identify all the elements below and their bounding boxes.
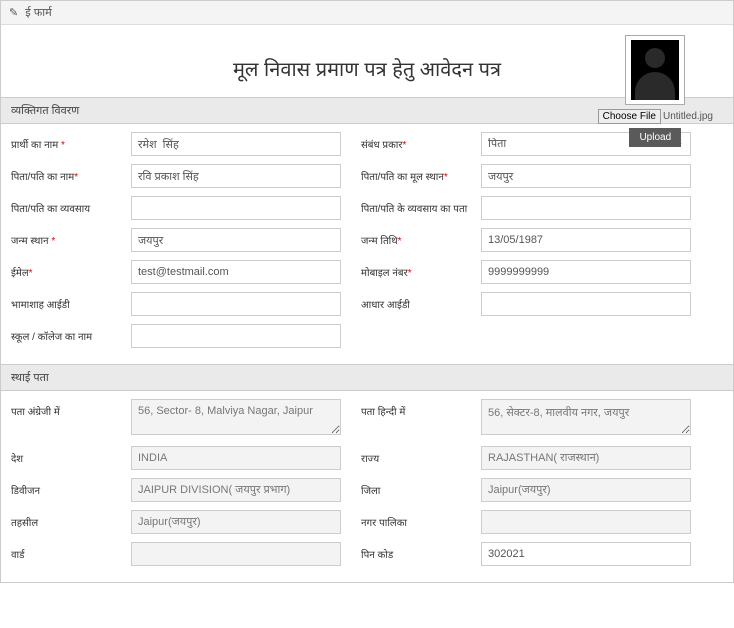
country-select[interactable]: INDIA [131, 446, 341, 470]
photo-upload-block: Choose FileUntitled.jpg Upload [598, 35, 713, 147]
choose-file-button[interactable]: Choose File [598, 109, 661, 124]
personal-form: प्रार्थी का नाम * संबंध प्रकार* पिता पित… [1, 124, 733, 364]
label-district: जिला [361, 486, 380, 497]
label-birth-date: जन्म तिथि [361, 236, 398, 247]
label-birth-place: जन्म स्थान [11, 236, 49, 247]
label-country: देश [11, 454, 23, 465]
address-en-input[interactable]: 56, Sector- 8, Malviya Nagar, Jaipur [131, 399, 341, 435]
aadhar-input[interactable] [481, 292, 691, 316]
municipality-select[interactable] [481, 510, 691, 534]
label-division: डिवीजन [11, 486, 40, 497]
label-address-en: पता अंग्रेजी में [11, 407, 60, 418]
birth-date-input[interactable] [481, 228, 691, 252]
edit-icon: ✎ [9, 6, 18, 19]
required-mark: * [74, 172, 78, 183]
section-address-header: स्थाई पता [1, 364, 733, 391]
eform-panel: ✎ ई फार्म मूल निवास प्रमाण पत्र हेतु आवे… [0, 0, 734, 583]
panel-title: ई फार्म [25, 7, 51, 19]
label-ward: वार्ड [11, 550, 25, 561]
upload-button[interactable]: Upload [629, 128, 681, 147]
bhamashah-input[interactable] [131, 292, 341, 316]
father-husband-occupation-input[interactable] [131, 196, 341, 220]
label-school-college: स्कूल / कॉलेज का नाम [11, 332, 92, 343]
title-area: मूल निवास प्रमाण पत्र हेतु आवेदन पत्र Ch… [1, 25, 733, 97]
label-aadhar: आधार आईडी [361, 300, 410, 311]
division-select[interactable]: JAIPUR DIVISION( जयपुर प्रभाग) [131, 478, 341, 502]
applicant-name-input[interactable] [131, 132, 341, 156]
required-mark: * [408, 268, 412, 279]
photo-preview [625, 35, 685, 105]
birth-place-input[interactable] [131, 228, 341, 252]
label-father-husband-occ-address: पिता/पति के व्यवसाय का पता [361, 204, 467, 215]
label-email: ईमेल [11, 268, 29, 279]
chosen-file-name: Untitled.jpg [663, 111, 713, 122]
required-mark: * [398, 236, 402, 247]
address-form: पता अंग्रेजी में 56, Sector- 8, Malviya … [1, 391, 733, 582]
label-mobile: मोबाइल नंबर [361, 268, 408, 279]
district-select[interactable]: Jaipur(जयपुर) [481, 478, 691, 502]
label-municipality: नगर पालिका [361, 518, 407, 529]
page-title: मूल निवास प्रमाण पत्र हेतु आवेदन पत्र [233, 55, 501, 82]
father-husband-native-input[interactable] [481, 164, 691, 188]
label-pincode: पिन कोड [361, 550, 393, 561]
panel-header: ✎ ई फार्म [1, 1, 733, 25]
label-relation-type: संबंध प्रकार [361, 140, 402, 151]
label-father-husband-native: पिता/पति का मूल स्थान [361, 172, 444, 183]
required-mark: * [51, 236, 55, 247]
person-silhouette-icon [631, 40, 679, 100]
tehsil-select[interactable]: Jaipur(जयपुर) [131, 510, 341, 534]
address-hi-input[interactable]: 56, सेक्टर-8, मालवीय नगर, जयपुर [481, 399, 691, 435]
label-bhamashah: भामाशाह आईडी [11, 300, 70, 311]
label-father-husband-name: पिता/पति का नाम [11, 172, 74, 183]
label-state: राज्य [361, 454, 379, 465]
father-husband-occ-address-input[interactable] [481, 196, 691, 220]
label-father-husband-occupation: पिता/पति का व्यवसाय [11, 204, 90, 215]
required-mark: * [29, 268, 33, 279]
label-applicant-name: प्रार्थी का नाम [11, 140, 58, 151]
state-select[interactable]: RAJASTHAN( राजस्थान) [481, 446, 691, 470]
required-mark: * [61, 140, 65, 151]
email-input[interactable] [131, 260, 341, 284]
label-tehsil: तहसील [11, 518, 38, 529]
file-chooser-row: Choose FileUntitled.jpg [598, 109, 713, 124]
required-mark: * [402, 140, 406, 151]
school-college-input[interactable] [131, 324, 341, 348]
pincode-input[interactable] [481, 542, 691, 566]
ward-select[interactable] [131, 542, 341, 566]
required-mark: * [444, 172, 448, 183]
father-husband-name-input[interactable] [131, 164, 341, 188]
mobile-input[interactable] [481, 260, 691, 284]
label-address-hi: पता हिन्दी में [361, 407, 405, 418]
